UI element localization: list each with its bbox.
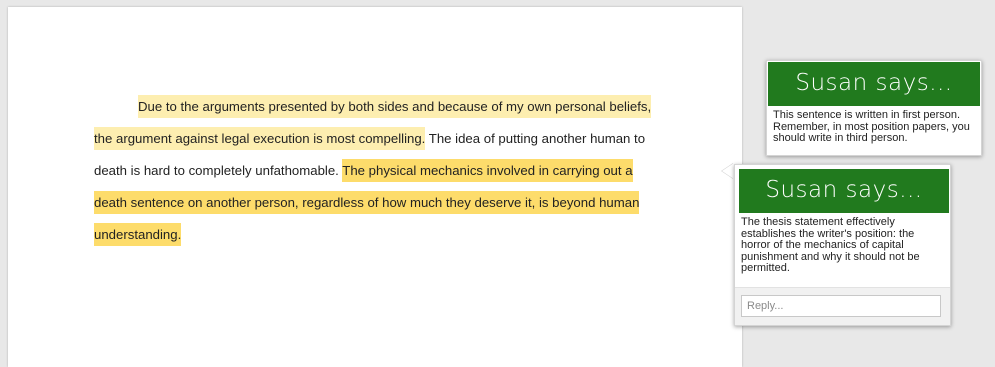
highlighted-text[interactable]: the argument against legal execution is … (94, 127, 426, 150)
document-page: Due to the arguments presented by both s… (8, 7, 742, 367)
comment-pointer-arrow (722, 163, 734, 179)
comment-author-banner: Susan says... (768, 62, 980, 106)
comment-text: This sentence is written in first person… (773, 109, 970, 144)
highlighted-text[interactable]: death sentence on another person, regard… (94, 191, 640, 214)
document-line: understanding. (94, 219, 654, 251)
document-line: death sentence on another person, regard… (94, 187, 654, 219)
comment-text: The thesis statement effectively establi… (741, 216, 920, 274)
comment-card[interactable]: Susan says... This sentence is written i… (766, 60, 982, 156)
document-line: Due to the arguments presented by both s… (94, 91, 654, 123)
plain-text: death is hard to completely unfathomable… (94, 163, 343, 178)
highlighted-text[interactable]: Due to the arguments presented by both s… (138, 95, 652, 118)
reply-area (735, 287, 950, 325)
highlighted-text[interactable]: The physical mechanics involved in carry… (342, 159, 633, 182)
reply-input[interactable] (741, 295, 941, 317)
document-line: death is hard to completely unfathomable… (94, 155, 654, 187)
highlighted-text[interactable]: understanding. (94, 223, 182, 246)
document-line: the argument against legal execution is … (94, 123, 654, 155)
document-body[interactable]: Due to the arguments presented by both s… (94, 91, 654, 251)
plain-text: The idea of putting another human to (425, 131, 646, 146)
comment-author-banner: Susan says... (739, 169, 949, 213)
comment-card-active[interactable]: Susan says... The thesis statement effec… (734, 164, 951, 326)
